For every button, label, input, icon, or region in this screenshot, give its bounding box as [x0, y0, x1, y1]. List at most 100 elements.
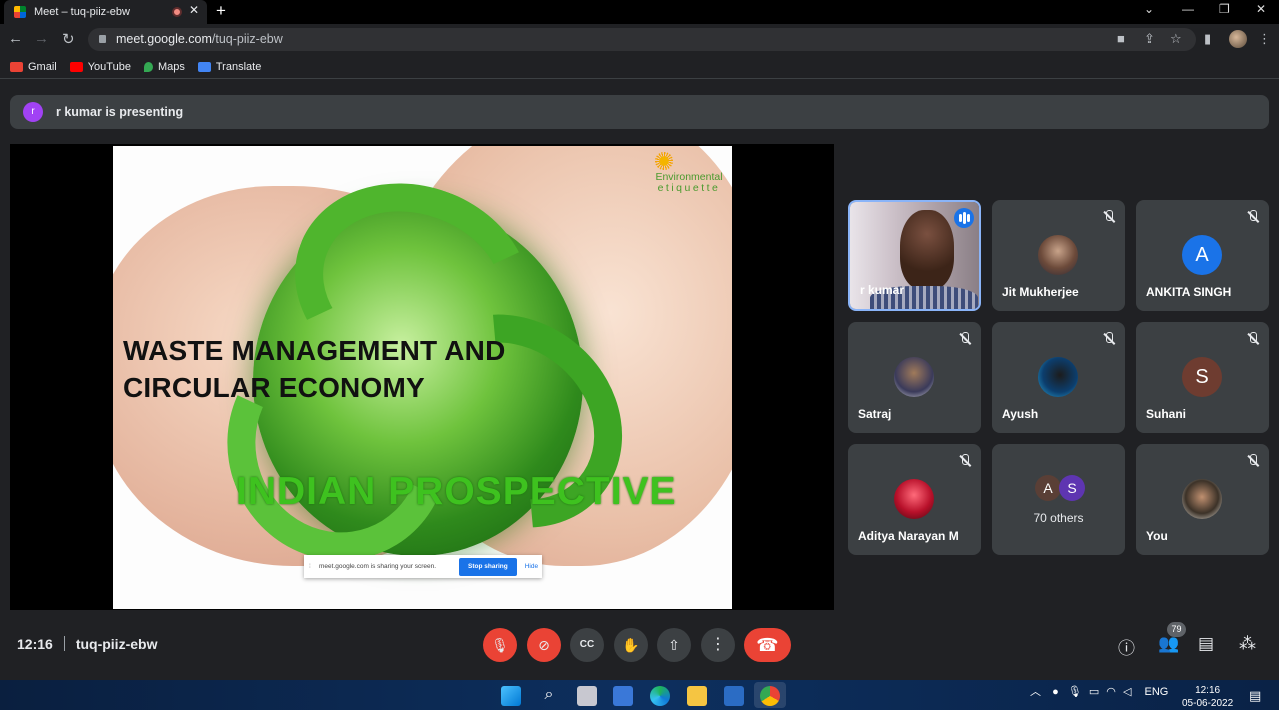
divider — [63, 636, 65, 651]
meeting-info: 12:16 tuq-piiz-ebw — [17, 636, 157, 652]
participant-tile[interactable]: Ayush — [992, 322, 1125, 433]
screen-share-notification: ⁞ meet.google.com is sharing your screen… — [304, 555, 542, 578]
file-explorer-icon[interactable] — [687, 686, 707, 706]
present-button[interactable]: ⇧ — [657, 628, 691, 662]
back-arrow-icon[interactable]: ← — [8, 30, 23, 47]
camera-off-icon: ⊘ — [538, 637, 550, 653]
camera-in-use-icon[interactable]: ■ — [1117, 31, 1125, 46]
participant-name: Ayush — [1002, 407, 1039, 421]
participant-avatar — [894, 357, 934, 397]
profile-avatar[interactable] — [1229, 30, 1247, 48]
participant-avatar — [1038, 357, 1078, 397]
participant-avatar — [1182, 479, 1222, 519]
participant-avatar — [1038, 235, 1078, 275]
browser-tab[interactable]: Meet – tuq-piiz-ebw ✕ — [4, 0, 207, 24]
wifi-icon[interactable]: ◠ — [1106, 686, 1116, 698]
tab-close-icon[interactable]: ✕ — [189, 3, 199, 17]
mic-off-icon — [1102, 210, 1116, 224]
participant-tile[interactable]: A ANKITA SINGH — [1136, 200, 1269, 311]
captions-button[interactable]: CC — [570, 628, 604, 662]
mic-off-icon — [958, 332, 972, 346]
meeting-details-button[interactable]: ⓘ — [1118, 634, 1135, 659]
bookmarks-bar: Gmail YouTube Maps Translate — [0, 55, 1279, 79]
participant-name: Satraj — [858, 407, 892, 421]
chrome-icon[interactable] — [760, 686, 780, 706]
hide-button[interactable]: Hide — [525, 563, 538, 570]
hand-icon: ✋ — [622, 637, 640, 653]
self-tile[interactable]: You — [1136, 444, 1269, 555]
volume-icon[interactable]: ◁ — [1123, 686, 1131, 698]
address-bar[interactable]: meet.google.com/tuq-piiz-ebw — [88, 28, 1196, 51]
close-window-icon[interactable]: ✕ — [1256, 0, 1266, 18]
side-panel-icon[interactable]: ▮ — [1204, 31, 1211, 47]
leave-call-button[interactable]: ☎ — [744, 628, 791, 662]
url-path: /tuq-piiz-ebw — [211, 32, 283, 46]
menu-kebab-icon[interactable]: ⋮ — [1258, 31, 1271, 47]
system-clock[interactable]: 12:16 05-06-2022 — [1182, 684, 1233, 710]
drag-handle-icon[interactable]: ⁞ — [309, 563, 315, 570]
youtube-icon — [69, 61, 83, 72]
phone-hangup-icon: ☎ — [756, 635, 779, 655]
meet-tray-icon[interactable]: ● — [1052, 686, 1059, 698]
new-tab-button[interactable]: + — [216, 0, 226, 22]
participant-avatar: S — [1182, 357, 1222, 397]
battery-icon[interactable]: ▭ — [1089, 686, 1099, 698]
url-host: meet.google.com — [116, 32, 212, 46]
widgets-icon[interactable] — [613, 686, 633, 706]
tray-overflow-icon[interactable]: ︿ — [1030, 686, 1041, 698]
notifications-icon[interactable]: ▤ — [1249, 688, 1261, 704]
bookmark-star-icon[interactable]: ☆ — [1170, 31, 1182, 47]
participant-tile[interactable]: Satraj — [848, 322, 981, 433]
more-options-button[interactable]: ⋮ — [701, 628, 735, 662]
translate-icon — [197, 61, 211, 72]
edge-icon[interactable] — [650, 686, 670, 706]
people-button[interactable]: 👥 — [1158, 634, 1179, 654]
meeting-code: tuq-piiz-ebw — [75, 636, 158, 652]
participant-avatar: S — [1059, 475, 1085, 501]
language-indicator[interactable]: ENG — [1144, 686, 1168, 698]
participant-avatar: A — [1182, 235, 1222, 275]
present-icon: ⇧ — [668, 637, 680, 653]
participant-tile[interactable]: Aditya Narayan M — [848, 444, 981, 555]
presentation-slide: WASTE MANAGEMENT AND CIRCULAR ECONOMY IN… — [113, 146, 732, 609]
reload-icon[interactable]: ↻ — [62, 30, 75, 48]
tab-search-icon[interactable]: ⌄ — [1144, 0, 1154, 18]
mic-toggle-button[interactable]: 🎙 — [483, 628, 517, 662]
search-icon[interactable]: ⌕ — [539, 686, 559, 706]
minimize-icon[interactable]: — — [1182, 0, 1194, 18]
participant-count-badge: 79 — [1167, 622, 1186, 637]
stop-sharing-button[interactable]: Stop sharing — [459, 557, 517, 576]
start-icon[interactable] — [501, 686, 521, 706]
tab-title: Meet – tuq-piiz-ebw — [34, 6, 130, 18]
clock-time: 12:16 — [1195, 685, 1221, 696]
mic-off-icon — [1102, 332, 1116, 346]
slide-subtitle: INDIAN PROSPECTIVE — [236, 470, 677, 513]
participant-name: r kumar — [860, 283, 905, 297]
restore-icon[interactable]: ❐ — [1219, 0, 1230, 18]
camera-toggle-button[interactable]: ⊘ — [527, 628, 561, 662]
participant-tile[interactable]: Jit Mukherjee — [992, 200, 1125, 311]
bookmark-gmail[interactable]: Gmail — [10, 61, 57, 73]
bookmark-translate[interactable]: Translate — [197, 61, 261, 73]
activities-button[interactable]: ⁂ — [1239, 634, 1256, 654]
bookmark-youtube[interactable]: YouTube — [69, 61, 131, 73]
raise-hand-button[interactable]: ✋ — [614, 628, 648, 662]
meeting-time: 12:16 — [17, 636, 53, 652]
microphone-icon[interactable]: 🎙 — [1068, 686, 1082, 698]
share-icon[interactable]: ⇪ — [1144, 31, 1155, 47]
meet-favicon-icon — [14, 6, 26, 18]
participant-name: Jit Mukherjee — [1002, 285, 1079, 299]
forward-arrow-icon[interactable]: → — [34, 30, 49, 47]
others-tile[interactable]: A S 70 others — [992, 444, 1125, 555]
recording-indicator-icon — [172, 7, 182, 17]
participant-tile[interactable]: r kumar — [848, 200, 981, 311]
participant-tile[interactable]: S Suhani — [1136, 322, 1269, 433]
maps-icon — [143, 61, 153, 72]
chat-button[interactable]: ▤ — [1198, 634, 1214, 654]
store-icon[interactable] — [724, 686, 744, 706]
sun-logo-icon — [655, 152, 673, 170]
task-view-icon[interactable] — [577, 686, 597, 706]
bookmark-maps[interactable]: Maps — [143, 61, 185, 73]
mic-off-icon — [958, 454, 972, 468]
more-vert-icon: ⋮ — [710, 636, 726, 653]
